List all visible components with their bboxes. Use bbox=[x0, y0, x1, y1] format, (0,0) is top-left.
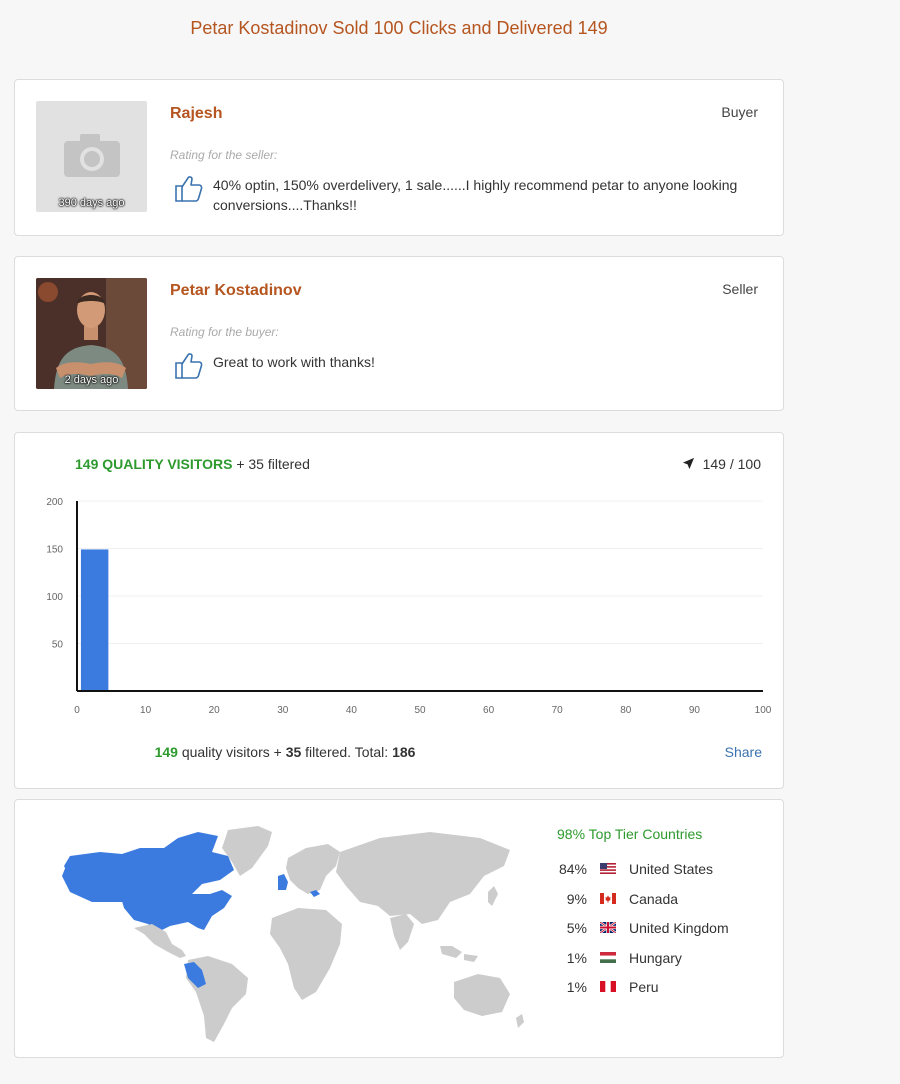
buyer-review-card: 390 days ago Rajesh Buyer Rating for the… bbox=[14, 79, 784, 236]
map-mexico bbox=[134, 924, 186, 958]
country-row: 1% Peru bbox=[545, 979, 775, 1009]
y-tick-label: 150 bbox=[46, 545, 63, 556]
gb-flag-icon bbox=[600, 922, 616, 933]
country-name: Canada bbox=[629, 890, 679, 907]
x-tick-label: 30 bbox=[277, 705, 289, 716]
country-percent: 84% bbox=[558, 861, 587, 877]
location-arrow-icon bbox=[682, 457, 694, 470]
x-tick-label: 90 bbox=[689, 705, 701, 716]
reviewer-role: Buyer bbox=[721, 104, 758, 120]
map-japan bbox=[488, 886, 498, 906]
filtered-label: + 35 filtered bbox=[236, 456, 310, 472]
y-tick-label: 100 bbox=[46, 592, 63, 603]
summary-filtered: 35 bbox=[285, 744, 302, 760]
summary-total: 186 bbox=[392, 744, 416, 760]
buyer-avatar[interactable]: 390 days ago bbox=[36, 101, 147, 212]
reviewer-role: Seller bbox=[722, 281, 758, 297]
rating-label: Rating for the buyer: bbox=[170, 325, 279, 339]
country-percent: 5% bbox=[566, 920, 587, 936]
map-asia bbox=[336, 832, 510, 924]
quality-visitors-label: 149 QUALITY VISITORS bbox=[75, 456, 233, 472]
country-name: Peru bbox=[629, 979, 659, 995]
x-tick-label: 10 bbox=[140, 705, 152, 716]
reviewer-name[interactable]: Rajesh bbox=[170, 105, 222, 123]
seller-avatar[interactable]: 2 days ago bbox=[36, 278, 147, 389]
map-africa bbox=[270, 908, 342, 1000]
country-name: United States bbox=[629, 861, 714, 877]
pe-flag-icon bbox=[600, 981, 616, 992]
country-list: 84% United States 9% Canada 5% United Ki… bbox=[545, 861, 775, 1009]
summary-quality: 149 bbox=[154, 744, 178, 760]
top-tier-title: 98% Top Tier Countries bbox=[557, 826, 703, 842]
country-row: 1% Hungary bbox=[545, 950, 775, 980]
x-tick-label: 40 bbox=[346, 705, 358, 716]
x-tick-label: 80 bbox=[620, 705, 632, 716]
share-link[interactable]: Share bbox=[725, 744, 762, 760]
summary-quality-text: quality visitors + bbox=[181, 744, 282, 760]
reviewer-name[interactable]: Petar Kostadinov bbox=[170, 282, 302, 300]
country-percent: 1% bbox=[566, 979, 587, 995]
x-tick-label: 20 bbox=[209, 705, 221, 716]
chart-summary: 149 quality visitors + 35 filtered. Tota… bbox=[15, 744, 555, 760]
seller-review-card: 2 days ago Petar Kostadinov Seller Ratin… bbox=[14, 256, 784, 411]
delivered-counter: 149 / 100 bbox=[682, 456, 761, 472]
hu-flag-icon bbox=[600, 951, 616, 963]
seller-photo bbox=[36, 278, 147, 389]
country-row: 84% United States bbox=[545, 861, 775, 891]
map-se-asia bbox=[440, 946, 478, 962]
map-uk bbox=[278, 874, 288, 890]
x-tick-label: 50 bbox=[414, 705, 426, 716]
x-tick-label: 100 bbox=[755, 705, 772, 716]
country-row: 5% United Kingdom bbox=[545, 920, 775, 950]
map-india bbox=[390, 914, 414, 950]
visitors-header: 149 QUALITY VISITORS + 35 filtered bbox=[75, 456, 310, 472]
review-comment: 40% optin, 150% overdelivery, 1 sale....… bbox=[213, 177, 738, 213]
x-tick-label: 60 bbox=[483, 705, 495, 716]
visitors-bar-chart: 50 100 150 200 0 10 20 30 40 50 60 70 80 90 100 bbox=[46, 497, 772, 716]
map-nz bbox=[516, 1014, 524, 1028]
thumbs-up-icon bbox=[175, 176, 203, 202]
delivered-value: 149 / 100 bbox=[702, 456, 761, 472]
country-name: United Kingdom bbox=[629, 920, 729, 936]
thumbs-up-icon bbox=[175, 353, 203, 379]
data-bar bbox=[80, 549, 109, 691]
world-map bbox=[62, 826, 524, 1042]
country-row: 9% Canada bbox=[545, 891, 775, 921]
rating-label: Rating for the seller: bbox=[170, 148, 278, 162]
x-tick-label: 0 bbox=[74, 705, 80, 716]
us-flag-icon bbox=[600, 863, 616, 874]
country-name: Hungary bbox=[629, 949, 682, 966]
visitors-chart-card: 149 QUALITY VISITORS + 35 filtered 149 /… bbox=[14, 432, 784, 789]
ca-flag-icon bbox=[600, 892, 616, 904]
camera-icon bbox=[64, 134, 120, 177]
country-percent: 1% bbox=[566, 949, 587, 966]
review-comment: Great to work with thanks! bbox=[213, 354, 375, 370]
y-tick-label: 50 bbox=[52, 640, 64, 651]
map-australia bbox=[454, 974, 510, 1016]
summary-filtered-text: filtered. Total: bbox=[305, 744, 389, 760]
review-time: 390 days ago bbox=[58, 197, 125, 209]
map-usa bbox=[120, 890, 232, 932]
countries-card: 98% Top Tier Countries 84% United States… bbox=[14, 799, 784, 1058]
country-percent: 9% bbox=[566, 890, 587, 907]
x-tick-label: 70 bbox=[552, 705, 564, 716]
page-title: Petar Kostadinov Sold 100 Clicks and Del… bbox=[190, 18, 608, 38]
map-europe bbox=[286, 844, 340, 894]
review-time: 2 days ago bbox=[64, 374, 119, 386]
y-tick-label: 200 bbox=[46, 497, 63, 508]
